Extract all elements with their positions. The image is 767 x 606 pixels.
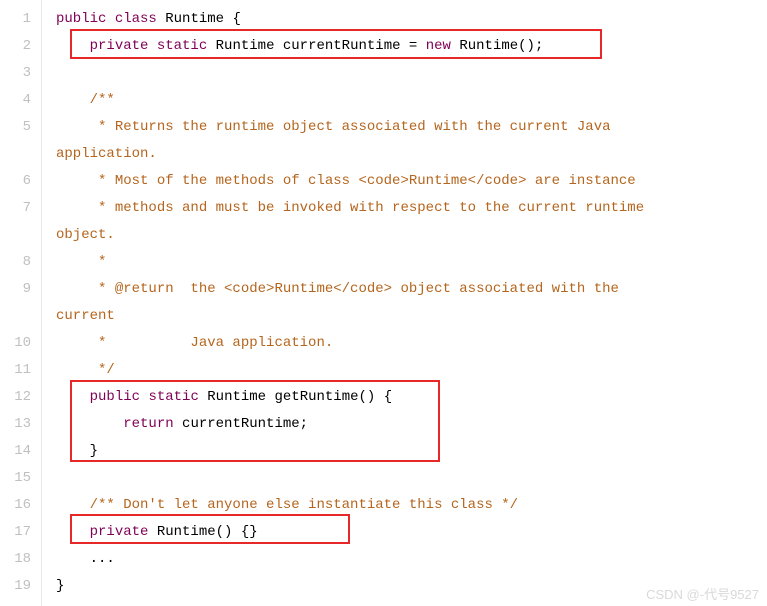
code-line[interactable]: private static Runtime currentRuntime = … (56, 33, 767, 60)
code-line[interactable] (56, 60, 767, 87)
line-number: 7 (0, 195, 31, 222)
line-number: 18 (0, 546, 31, 573)
code-line[interactable]: } (56, 438, 767, 465)
line-number: 10 (0, 330, 31, 357)
code-line[interactable]: public static Runtime getRuntime() { (56, 384, 767, 411)
code-line[interactable]: * (56, 249, 767, 276)
code-line[interactable]: */ (56, 357, 767, 384)
code-content[interactable]: public class Runtime { private static Ru… (42, 0, 767, 606)
line-number: 17 (0, 519, 31, 546)
line-number: 5 (0, 114, 31, 141)
code-line[interactable]: private Runtime() {} (56, 519, 767, 546)
line-number: 19 (0, 573, 31, 600)
line-number: 15 (0, 465, 31, 492)
line-number (0, 141, 31, 168)
code-line[interactable]: * Most of the methods of class <code>Run… (56, 168, 767, 195)
code-line[interactable]: * @return the <code>Runtime</code> objec… (56, 276, 767, 303)
code-line[interactable]: * Returns the runtime object associated … (56, 114, 767, 141)
line-number: 9 (0, 276, 31, 303)
line-number-gutter: 1 2 3 4 5 6 7 8 9 10 11 12 13 14 15 16 1… (0, 0, 42, 606)
code-line[interactable]: * methods and must be invoked with respe… (56, 195, 767, 222)
line-number: 2 (0, 33, 31, 60)
line-number: 6 (0, 168, 31, 195)
line-number (0, 303, 31, 330)
line-number: 13 (0, 411, 31, 438)
code-line[interactable]: current (56, 303, 767, 330)
line-number: 8 (0, 249, 31, 276)
watermark: CSDN @-代号9527 (646, 586, 759, 604)
code-line[interactable] (56, 465, 767, 492)
code-line[interactable]: object. (56, 222, 767, 249)
code-line[interactable]: public class Runtime { (56, 6, 767, 33)
line-number: 12 (0, 384, 31, 411)
code-editor: 1 2 3 4 5 6 7 8 9 10 11 12 13 14 15 16 1… (0, 0, 767, 606)
code-line[interactable]: return currentRuntime; (56, 411, 767, 438)
line-number: 11 (0, 357, 31, 384)
line-number: 4 (0, 87, 31, 114)
code-line[interactable]: ... (56, 546, 767, 573)
code-line[interactable]: /** Don't let anyone else instantiate th… (56, 492, 767, 519)
line-number: 14 (0, 438, 31, 465)
code-line[interactable]: application. (56, 141, 767, 168)
line-number: 3 (0, 60, 31, 87)
line-number: 1 (0, 6, 31, 33)
code-line[interactable]: * Java application. (56, 330, 767, 357)
code-line[interactable]: /** (56, 87, 767, 114)
line-number (0, 222, 31, 249)
line-number: 16 (0, 492, 31, 519)
